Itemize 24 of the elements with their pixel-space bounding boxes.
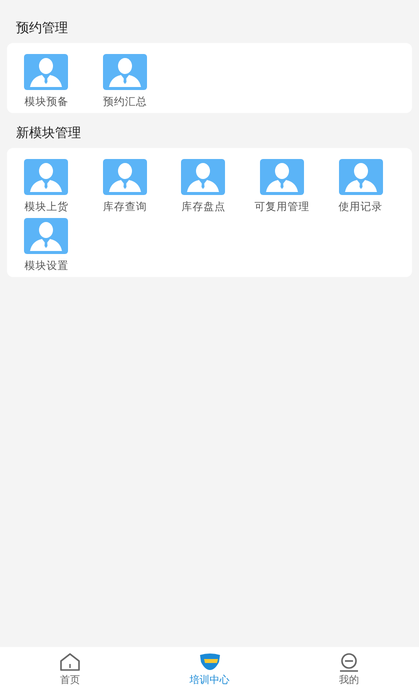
person-icon (260, 159, 304, 195)
menu-item-label[interactable]: 模块预备 (24, 95, 68, 109)
menu-item-label[interactable]: 模块设置 (24, 259, 68, 273)
person-icon (181, 159, 226, 195)
menu-item-label[interactable]: 模块上货 (24, 200, 68, 214)
person-icon (24, 218, 68, 254)
section-title: 新模块管理 (15, 125, 82, 143)
menu-item-label[interactable]: 可复用管理 (254, 200, 310, 214)
person-icon (102, 159, 147, 195)
person-icon (24, 54, 68, 90)
home-icon (58, 652, 81, 672)
tab[interactable]: 首页 (0, 647, 140, 690)
tab[interactable]: 培训中心 (140, 647, 280, 690)
menu-item-label[interactable]: 使用记录 (338, 200, 383, 214)
shield-icon (198, 652, 222, 672)
person-icon (24, 159, 68, 195)
person-icon (338, 159, 383, 195)
menu-item-label[interactable]: 库存查询 (102, 200, 147, 214)
tab[interactable]: 我的 (279, 647, 419, 690)
section-title: 预约管理 (15, 20, 69, 38)
person-icon (102, 54, 147, 90)
profile-icon (338, 652, 360, 672)
menu-item-label[interactable]: 库存盘点 (181, 200, 226, 214)
menu-item-label[interactable]: 预约汇总 (102, 95, 147, 109)
